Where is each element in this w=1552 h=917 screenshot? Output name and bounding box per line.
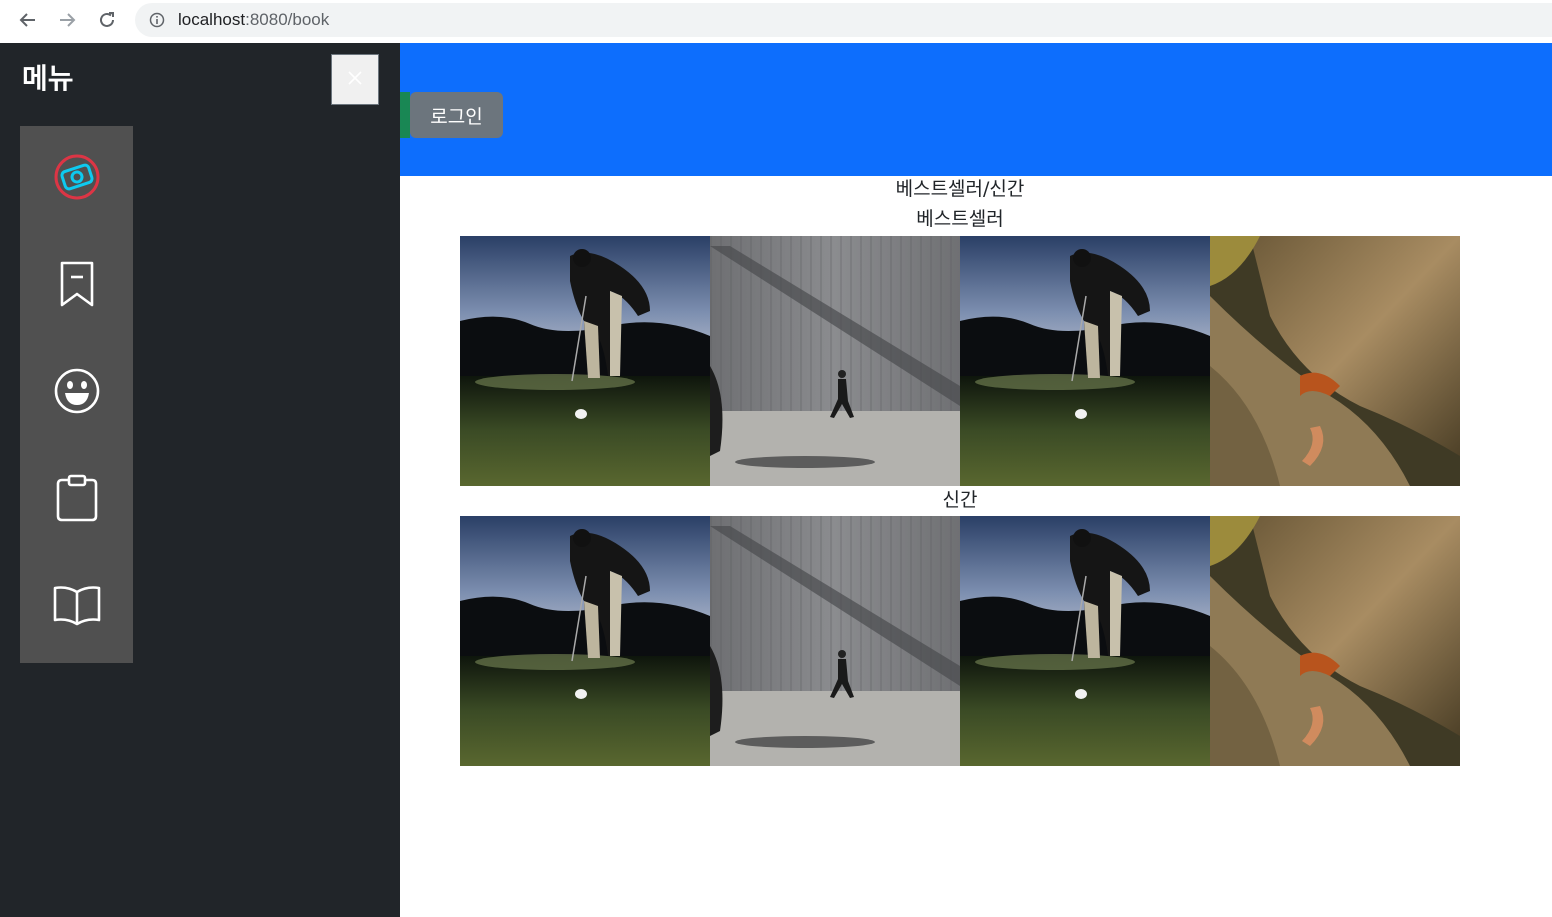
url-text: localhost:8080/book (178, 10, 329, 30)
browser-toolbar: localhost:8080/book (0, 0, 1552, 43)
bookmark-icon (57, 260, 97, 312)
menu-icon-list (20, 126, 133, 663)
url-host: localhost (178, 10, 246, 29)
clipboard-icon (55, 474, 99, 526)
book-image-golfer[interactable] (960, 516, 1210, 766)
bestseller-heading: 베스트셀러 (916, 208, 1004, 230)
address-bar[interactable]: localhost:8080/book (135, 3, 1552, 37)
url-path: :8080/book (245, 10, 330, 29)
menu-title: 메뉴 (22, 62, 74, 95)
reload-icon[interactable] (96, 9, 118, 31)
book-image-golfer[interactable] (460, 236, 710, 486)
info-icon[interactable] (149, 12, 165, 32)
new-releases-row (460, 516, 1460, 766)
arrow-right-icon[interactable] (56, 9, 78, 31)
page-title: 베스트셀러/신간 (895, 178, 1025, 200)
hidden-button-edge[interactable] (400, 92, 410, 138)
close-button[interactable] (331, 54, 379, 105)
bestseller-row (460, 236, 1460, 486)
offcanvas-menu: 메뉴 (0, 43, 400, 917)
arrow-left-icon[interactable] (17, 9, 39, 31)
smile-icon (53, 367, 101, 419)
book-open-icon (52, 584, 102, 630)
camera-logo-icon (53, 153, 101, 205)
book-image-walking-man[interactable] (710, 236, 960, 486)
menu-item-smile[interactable] (20, 343, 133, 443)
book-image-golfer[interactable] (960, 236, 1210, 486)
menu-item-bookmark[interactable] (20, 236, 133, 336)
menu-item-home[interactable] (20, 129, 133, 229)
login-button[interactable]: 로그인 (410, 92, 503, 138)
book-image-climber[interactable] (1210, 516, 1460, 766)
new-releases-heading: 신간 (942, 489, 978, 511)
menu-item-book[interactable] (20, 557, 133, 657)
book-image-golfer[interactable] (460, 516, 710, 766)
close-icon (348, 71, 362, 88)
menu-item-clipboard[interactable] (20, 450, 133, 550)
book-image-climber[interactable] (1210, 236, 1460, 486)
header-bar (400, 43, 1552, 176)
book-image-walking-man[interactable] (710, 516, 960, 766)
